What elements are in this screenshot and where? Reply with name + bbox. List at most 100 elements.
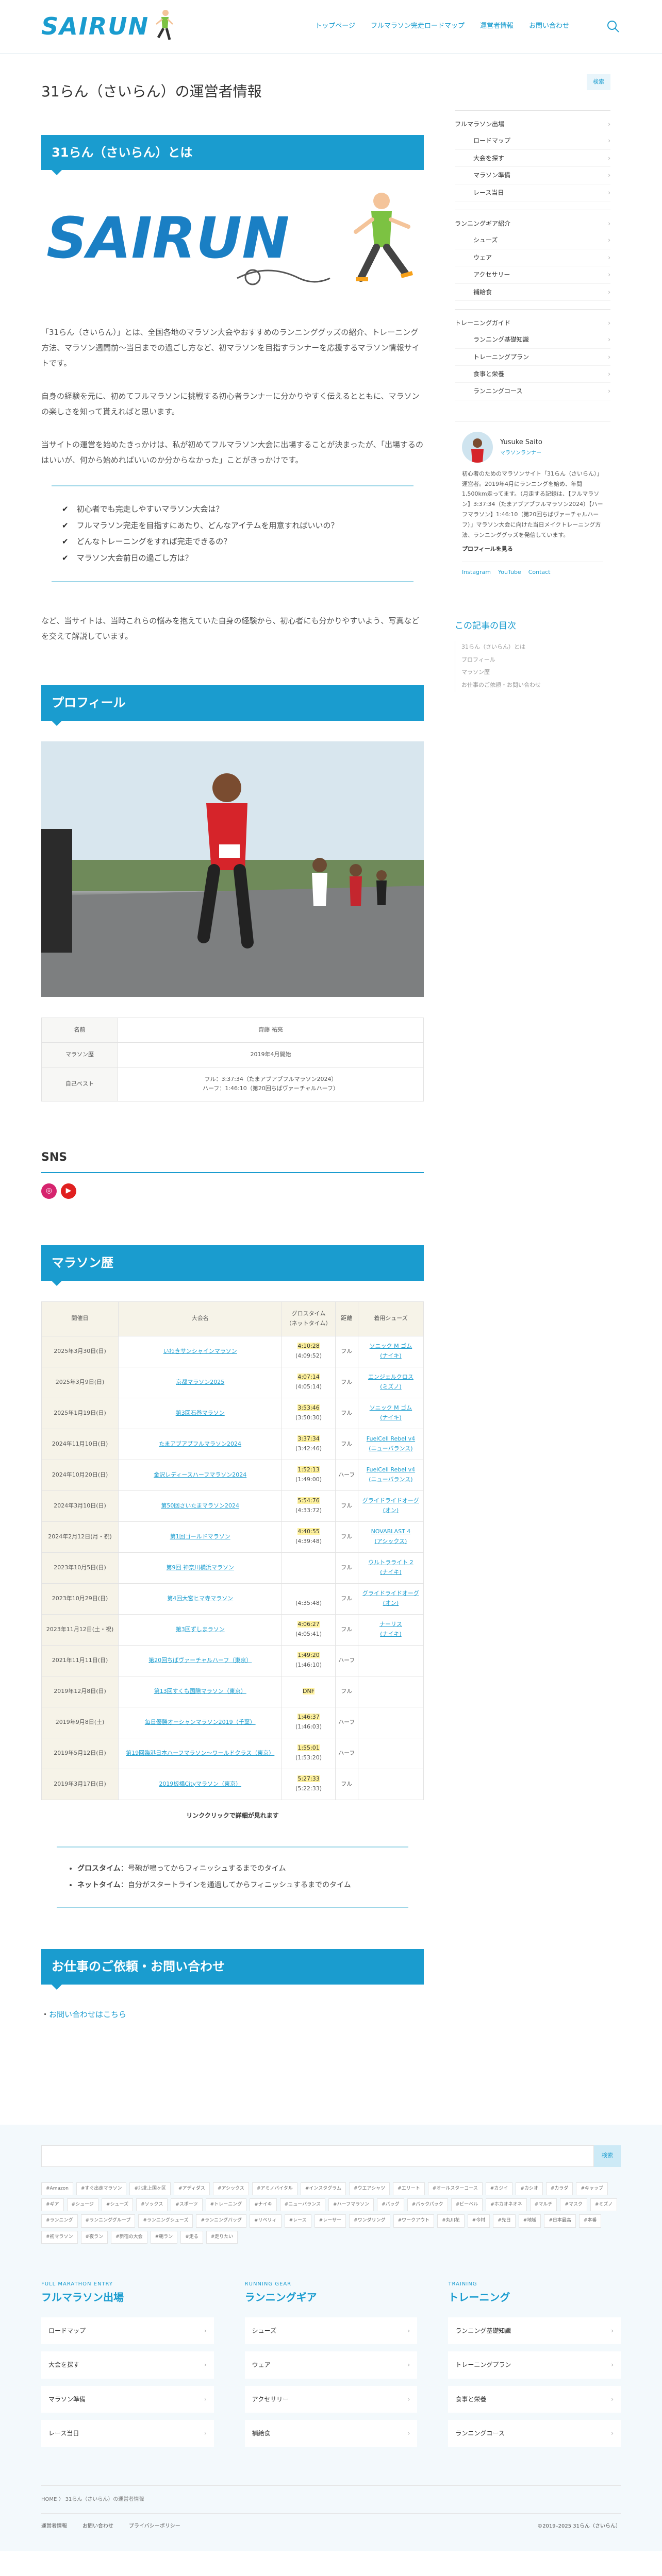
tag[interactable]: #ランニングシューズ <box>138 2214 193 2228</box>
tag[interactable]: #マスク <box>560 2198 587 2212</box>
race-link[interactable]: 毎日優勝オーシャンマラソン2019（千葉） <box>145 1719 256 1725</box>
tag[interactable]: #丸川花 <box>437 2214 465 2228</box>
sidebar-item[interactable]: トレーニングプラン › <box>455 349 610 366</box>
tag[interactable]: #エリート <box>393 2182 425 2196</box>
tag[interactable]: #レース <box>284 2214 311 2228</box>
tag[interactable]: #今村 <box>467 2214 490 2228</box>
tag[interactable]: #シューズ <box>101 2198 134 2212</box>
site-logo[interactable]: SAIRUN <box>41 6 175 46</box>
tag[interactable]: #インスタグラム <box>300 2182 346 2196</box>
race-link[interactable]: 第3回石巻マラソン <box>176 1410 225 1416</box>
tag[interactable]: #ソックス <box>136 2198 168 2212</box>
tag[interactable]: #レーサー <box>314 2214 346 2228</box>
shoe-link[interactable]: ソニック M ゴム (ナイキ) <box>370 1404 412 1421</box>
tag[interactable]: #バッグ <box>377 2198 404 2212</box>
race-link[interactable]: 第50回さいたまマラソン2024 <box>161 1502 239 1509</box>
race-link[interactable]: たまアブアブフルマラソン2024 <box>159 1440 241 1447</box>
sidebar-item[interactable]: 食事と栄養 › <box>455 366 610 383</box>
tag[interactable]: #Amazon <box>41 2182 73 2196</box>
sidebar-item[interactable]: シューズ › <box>455 232 610 249</box>
shoe-link[interactable]: グライドライドオーグ (オン) <box>362 1590 419 1606</box>
contact-link-side[interactable]: Contact <box>528 567 551 578</box>
footer-link-item[interactable]: アクセサリー › <box>244 2385 418 2413</box>
sidebar-group-title[interactable]: フルマラソン出場 › <box>455 116 610 132</box>
tag[interactable]: #アミノバイタル <box>252 2182 297 2196</box>
tag[interactable]: #ホカオネオネ <box>486 2198 527 2212</box>
tag[interactable]: #シュージ <box>67 2198 98 2212</box>
footer-link-item[interactable]: ウェア › <box>244 2351 418 2379</box>
shoe-link[interactable]: ナーリス (ナイキ) <box>379 1621 402 1637</box>
race-link[interactable]: 第13回すくも国際マラソン（東京） <box>154 1688 246 1694</box>
tag[interactable]: #ワークアウト <box>393 2214 435 2228</box>
toc-item[interactable]: マラソン歴 <box>455 666 610 679</box>
tag[interactable]: #カシオ <box>516 2182 543 2196</box>
tag[interactable]: #本番 <box>578 2214 602 2228</box>
tag[interactable]: #ギア <box>41 2198 64 2212</box>
sidebar-item[interactable]: ランニングコース › <box>455 383 610 400</box>
toc-item[interactable]: プロフィール <box>455 653 610 667</box>
tag[interactable]: #バックパック <box>407 2198 448 2212</box>
tag[interactable]: #走る <box>180 2230 203 2244</box>
race-link[interactable]: 第1回ゴールドマラソン <box>170 1533 230 1540</box>
tag[interactable]: #ランニング <box>41 2214 78 2228</box>
tag[interactable]: #走りたい <box>206 2230 238 2244</box>
shoe-link[interactable]: グライドライドオーグ (オン) <box>362 1497 419 1514</box>
footer-link-item[interactable]: ロードマップ › <box>41 2317 214 2345</box>
sidebar-item[interactable]: 大会を探す › <box>455 150 610 167</box>
shoe-link[interactable]: エンジェルクロス (ミズノ) <box>368 1374 413 1390</box>
sidebar-item[interactable]: ロードマップ › <box>455 132 610 150</box>
footer-link-privacy[interactable]: プライバシーポリシー <box>129 2522 180 2531</box>
tag[interactable]: #カジイ <box>485 2182 513 2196</box>
search-icon[interactable] <box>605 19 621 34</box>
tag[interactable]: #アディダス <box>174 2182 210 2196</box>
tag[interactable]: #すぐ出走マラソン <box>76 2182 127 2196</box>
footer-link-item[interactable]: 補給食 › <box>244 2420 418 2447</box>
tag[interactable]: #地域 <box>518 2214 541 2228</box>
tag[interactable]: #キャップ <box>576 2182 608 2196</box>
tag[interactable]: #オールスターコース <box>427 2182 483 2196</box>
race-link[interactable]: 第19回臨港日本ハーフマラソン〜ワールドクラス（東京） <box>126 1750 274 1756</box>
tag[interactable]: #夜ラン <box>80 2230 108 2244</box>
race-link[interactable]: 第20回ちばヴァーチャルハーフ（東京） <box>148 1657 252 1664</box>
tag[interactable]: #リベリィ <box>250 2214 282 2228</box>
footer-link-item[interactable]: ランニング基礎知識 › <box>448 2317 621 2345</box>
shoe-link[interactable]: NOVABLAST 4 (アシックス) <box>371 1528 411 1545</box>
race-link[interactable]: 第4回大宮ヒマ寺マラソン <box>167 1595 233 1602</box>
tag[interactable]: #ハーフマラソン <box>328 2198 374 2212</box>
shoe-link[interactable]: FuelCell Rebel v4 (ニューバランス) <box>367 1435 415 1452</box>
tag[interactable]: #ビーベル <box>451 2198 483 2212</box>
sidebar-item[interactable]: レース当日 › <box>455 184 610 201</box>
sidebar-item[interactable]: マラソン準備 › <box>455 167 610 184</box>
tag[interactable]: #ランニンググループ <box>80 2214 136 2228</box>
youtube-link[interactable]: YouTube <box>498 567 521 578</box>
toc-item[interactable]: お仕事のご依頼・お問い合わせ <box>455 679 610 692</box>
profile-more-link[interactable]: プロフィールを見る <box>462 544 603 554</box>
sidebar-item[interactable]: アクセサリー › <box>455 266 610 284</box>
shoe-link[interactable]: FuelCell Rebel v4 (ニューバランス) <box>367 1466 415 1483</box>
tag[interactable]: #朝ラン <box>150 2230 178 2244</box>
footer-link-item[interactable]: マラソン準備 › <box>41 2385 214 2413</box>
nav-top[interactable]: トップページ <box>315 21 355 32</box>
tag[interactable]: #ウエアシャツ <box>349 2182 390 2196</box>
race-link[interactable]: 金沢レディースハーフマラソン2024 <box>154 1471 246 1478</box>
sidebar-item[interactable]: 補給食 › <box>455 284 610 301</box>
tag[interactable]: #マルチ <box>529 2198 557 2212</box>
tag[interactable]: #初マラソン <box>41 2230 78 2244</box>
toc-item[interactable]: 31らん（さいらん）とは <box>455 640 610 654</box>
footer-link-item[interactable]: 食事と栄養 › <box>448 2385 621 2413</box>
footer-search-input[interactable] <box>41 2145 594 2167</box>
tag[interactable]: #ワンダリング <box>349 2214 390 2228</box>
race-link[interactable]: 第9回 神奈川横浜マラソン <box>166 1564 234 1571</box>
footer-link-item[interactable]: シューズ › <box>244 2317 418 2345</box>
footer-link-item[interactable]: ランニングコース › <box>448 2420 621 2447</box>
tag[interactable]: #日本最高 <box>544 2214 576 2228</box>
sidebar-item[interactable]: ウェア › <box>455 249 610 267</box>
sidebar-group-title[interactable]: ランニングギア紹介 › <box>455 215 610 232</box>
footer-link-item[interactable]: 大会を探す › <box>41 2351 214 2379</box>
tag[interactable]: #カラダ <box>545 2182 573 2196</box>
tag[interactable]: #新宿の大会 <box>111 2230 147 2244</box>
nav-contact[interactable]: お問い合わせ <box>529 21 569 32</box>
tag[interactable]: #北北上国ヶ区 <box>129 2182 171 2196</box>
sidebar-group-title[interactable]: トレーニングガイド › <box>455 315 610 331</box>
tag[interactable]: #ランニングバッグ <box>196 2214 247 2228</box>
